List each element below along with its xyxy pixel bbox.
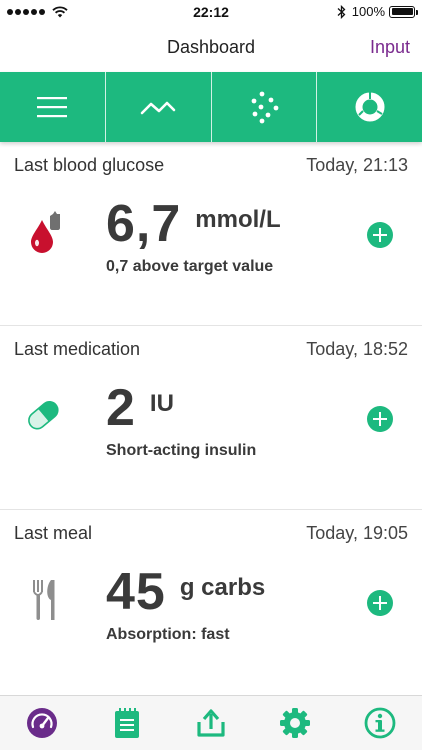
- ring-chart-icon: [355, 92, 385, 122]
- scatter-plot-icon: [251, 91, 279, 124]
- speedometer-icon: [27, 708, 58, 738]
- medication-card: Last medication Today, 18:52 2 IU Short-…: [0, 326, 422, 510]
- glucose-value: 6,7: [106, 195, 182, 253]
- bottom-tab-bar: [0, 695, 422, 750]
- view-tabs: [0, 72, 422, 142]
- tab-scatter-plot[interactable]: [212, 72, 318, 142]
- blood-drop-icon: [31, 211, 60, 253]
- menu-icon: [37, 97, 68, 118]
- tab-menu[interactable]: [0, 72, 106, 142]
- card-title: Last blood glucose: [14, 155, 165, 175]
- cutlery-icon: [33, 580, 55, 620]
- glucose-card: Last blood glucose Today, 21:13 6,7 mmol…: [0, 142, 422, 326]
- input-button[interactable]: Input: [370, 37, 410, 58]
- tab-export[interactable]: [169, 696, 253, 750]
- tab-logbook[interactable]: [84, 696, 168, 750]
- bluetooth-icon: [337, 4, 346, 19]
- glucose-subtitle: 0,7 above target value: [106, 258, 274, 275]
- card-title: Last meal: [14, 523, 93, 543]
- card-title: Last medication: [14, 339, 141, 359]
- meal-value: 45: [106, 563, 166, 621]
- info-icon: [364, 707, 396, 739]
- navigation-bar: Dashboard Input: [0, 24, 422, 72]
- meal-unit: g carbs: [179, 574, 266, 601]
- settings-gear-icon: [280, 708, 311, 738]
- share-upload-icon: [197, 709, 225, 737]
- medication-unit: IU: [149, 390, 174, 417]
- tab-info[interactable]: [338, 696, 422, 750]
- battery-percentage: 100%: [351, 4, 385, 19]
- tab-dashboard[interactable]: [0, 696, 84, 750]
- page-title: Dashboard: [166, 37, 256, 57]
- notebook-icon: [114, 708, 139, 738]
- add-glucose-button[interactable]: [367, 222, 393, 248]
- card-timestamp: Today, 19:05: [306, 523, 408, 543]
- medication-subtitle: Short-acting insulin: [106, 442, 257, 459]
- card-timestamp: Today, 18:52: [306, 339, 408, 359]
- tab-line-chart[interactable]: [106, 72, 212, 142]
- pill-icon: [28, 400, 59, 430]
- status-bar: 22:12 100%: [0, 0, 422, 24]
- tab-settings[interactable]: [253, 696, 337, 750]
- glucose-unit: mmol/L: [195, 206, 281, 233]
- meal-card: Last meal Today, 19:05 45 g carbs Absorp…: [0, 510, 422, 694]
- add-meal-button[interactable]: [367, 590, 393, 616]
- medication-value: 2: [106, 379, 136, 437]
- tab-ring-chart[interactable]: [317, 72, 422, 142]
- add-medication-button[interactable]: [367, 406, 393, 432]
- card-timestamp: Today, 21:13: [306, 155, 408, 175]
- meal-subtitle: Absorption: fast: [106, 626, 230, 643]
- line-chart-icon: [140, 101, 176, 115]
- battery-icon: [389, 5, 418, 18]
